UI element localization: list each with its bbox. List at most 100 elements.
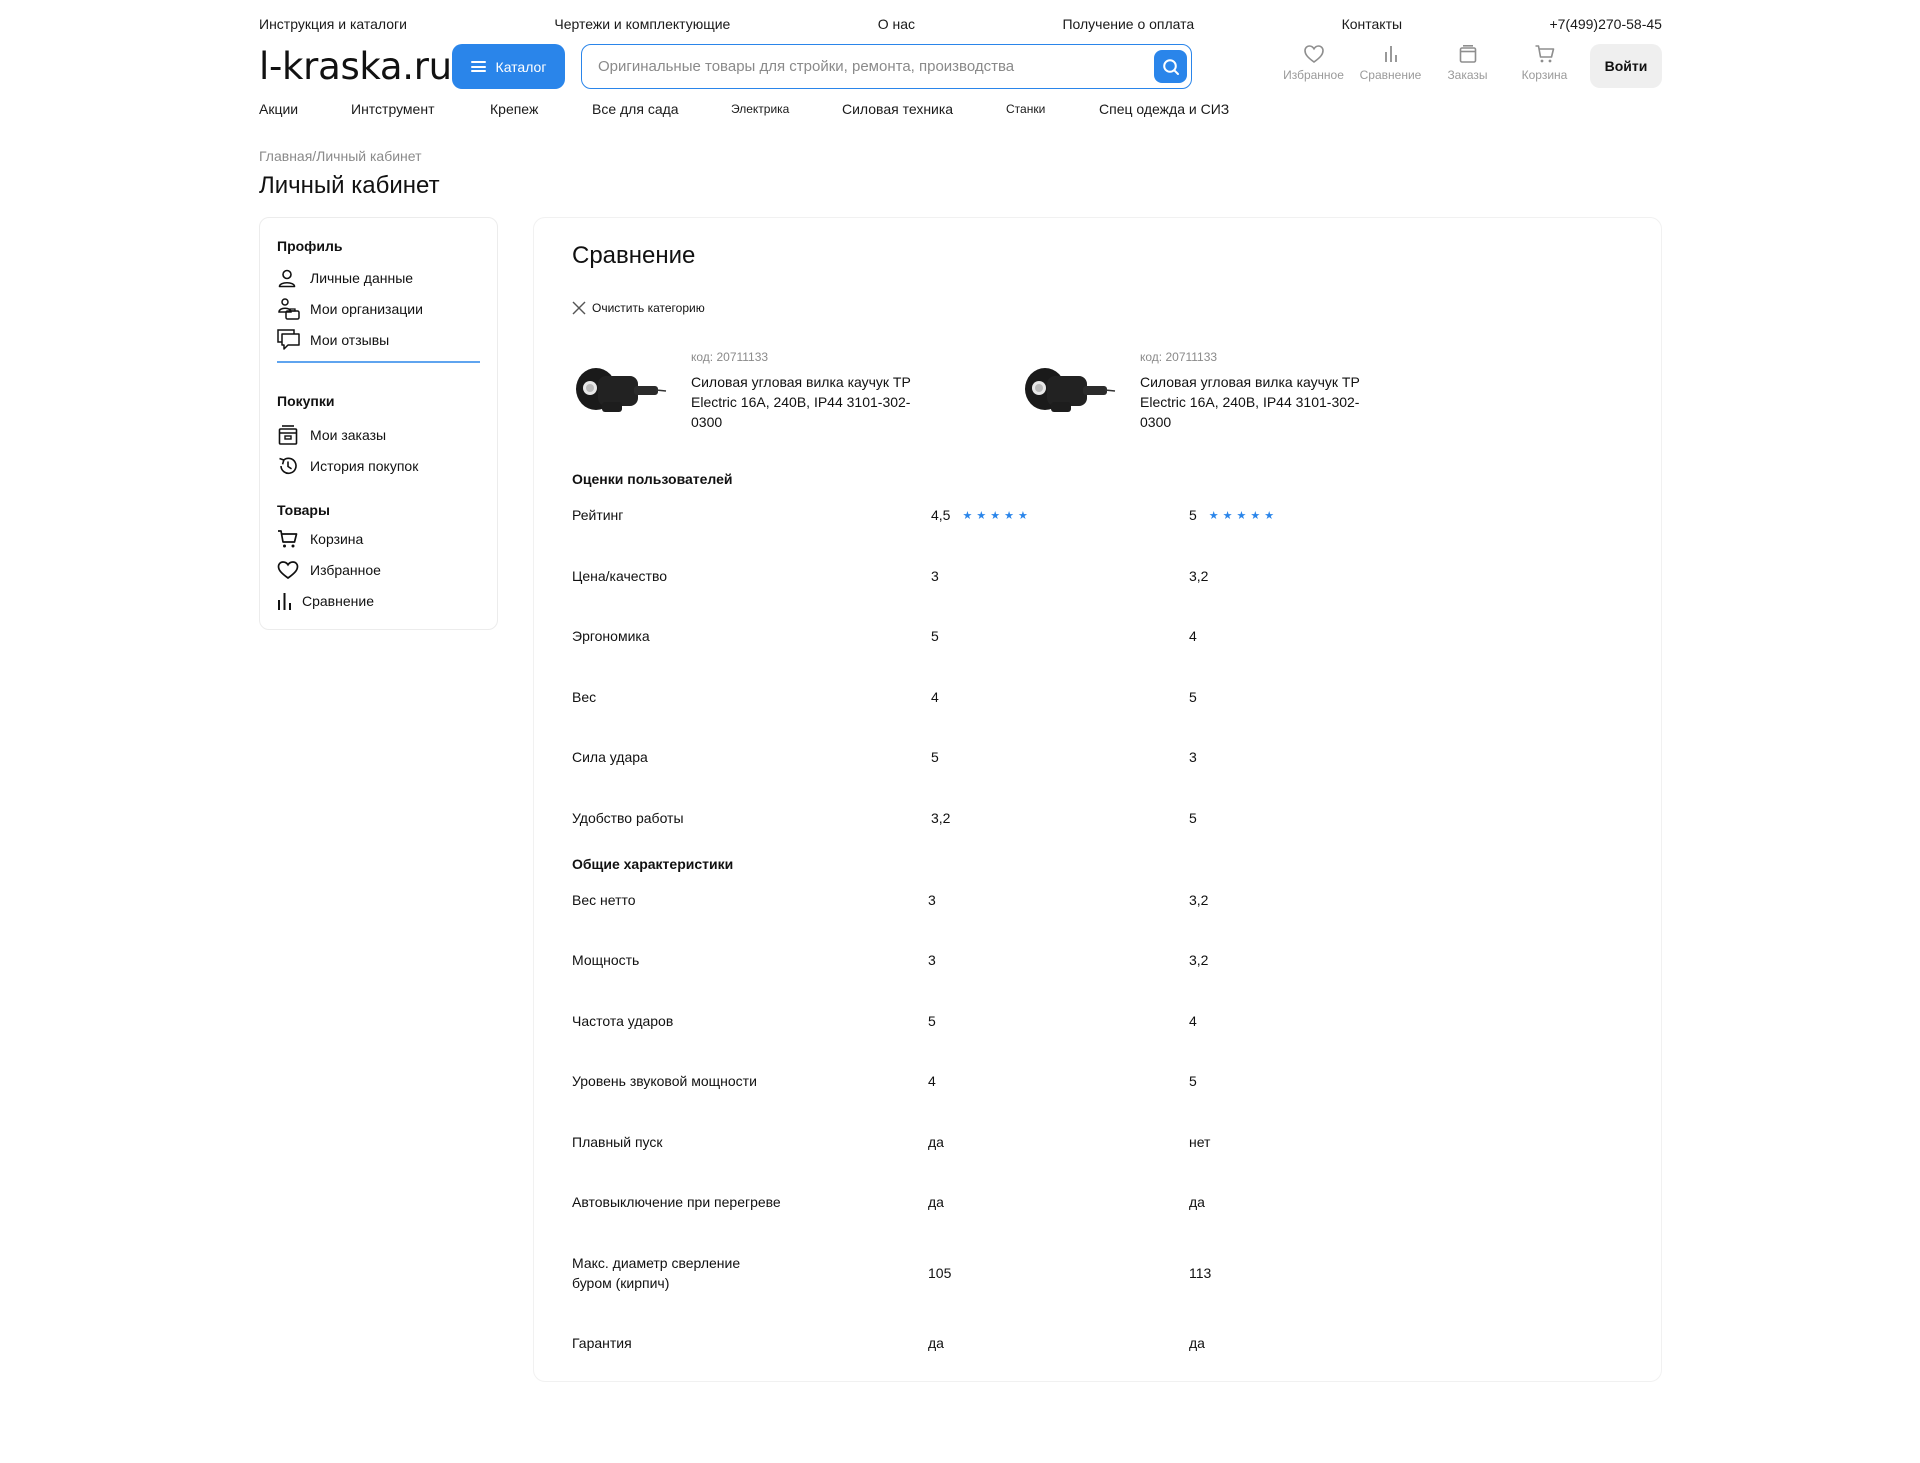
- close-icon: [572, 301, 586, 315]
- row-value: да: [1189, 1194, 1205, 1210]
- star-icon: ★: [962, 509, 973, 522]
- clear-category-button[interactable]: Очистить категорию: [572, 301, 705, 315]
- topbar-link-contacts[interactable]: Контакты: [1342, 16, 1402, 32]
- row-value: 3: [928, 952, 936, 968]
- sidebar-item-label: Мои отзывы: [310, 331, 390, 348]
- row-label: Уровень звуковой мощности: [572, 1073, 757, 1089]
- sidebar-item-purchase-history[interactable]: История покупок: [277, 450, 480, 481]
- nav-item-workwear[interactable]: Спец одежда и СИЗ: [1099, 101, 1229, 117]
- breadcrumb[interactable]: Главная/Личный кабинет: [259, 148, 1662, 164]
- page-title: Личный кабинет: [259, 172, 440, 199]
- cart-link[interactable]: Корзина: [1506, 44, 1583, 82]
- clear-category-label: Очистить категорию: [592, 301, 705, 315]
- sidebar-item-compare[interactable]: Сравнение: [277, 585, 480, 616]
- organizations-icon: [278, 297, 300, 320]
- row-value: 5: [1189, 1073, 1197, 1089]
- sidebar-item-label: Мои заказы: [310, 426, 387, 443]
- nav-item-machines[interactable]: Станки: [1006, 102, 1045, 116]
- topbar-phone[interactable]: +7(499)270-58-45: [1549, 16, 1661, 32]
- sidebar-item-reviews[interactable]: Мои отзывы: [277, 324, 480, 355]
- sidebar-item-my-orders[interactable]: Мои заказы: [277, 419, 480, 450]
- header-actions: Избранное Сравнение Заказы Корзина: [1275, 44, 1583, 82]
- star-icon: ★: [1236, 509, 1247, 522]
- search-input[interactable]: [598, 58, 1138, 75]
- star-icon: ★: [1264, 509, 1275, 522]
- search-button[interactable]: [1154, 50, 1187, 83]
- row-value: 4: [931, 689, 939, 705]
- compare-icon: [278, 592, 291, 610]
- orders-link[interactable]: Заказы: [1429, 44, 1506, 82]
- history-icon: [279, 457, 297, 474]
- row-value: 3: [928, 892, 936, 908]
- cart-label: Корзина: [1521, 68, 1568, 82]
- top-utility-bar: Инструкция и каталоги Чертежи и комплект…: [259, 14, 1662, 34]
- star-icon: ★: [990, 509, 1001, 522]
- sidebar-item-label: Корзина: [310, 530, 364, 547]
- row-value: 3: [1189, 749, 1197, 765]
- compare-product[interactable]: код: 20711133 Силовая угловая вилка кауч…: [1021, 350, 1441, 460]
- row-value: 5: [931, 628, 939, 644]
- row-label: Вес нетто: [572, 892, 636, 908]
- reviews-icon: [277, 328, 300, 350]
- row-label: Макс. диаметр сверление буром (кирпич): [572, 1255, 741, 1291]
- row-label: Частота ударов: [572, 1013, 674, 1029]
- product-name[interactable]: Силовая угловая вилка каучук TP Electric…: [691, 372, 941, 432]
- star-icon: ★: [1250, 509, 1261, 522]
- row-value: 4,5 ★ ★ ★ ★ ★: [931, 507, 1028, 523]
- row-value: нет: [1189, 1134, 1211, 1150]
- row-label: Рейтинг: [572, 507, 624, 523]
- row-value: да: [928, 1335, 944, 1351]
- row-value: 3,2: [1189, 568, 1209, 584]
- nav-item-power-equipment[interactable]: Силовая техника: [842, 101, 953, 117]
- category-nav: Акции Интструмент Крепеж Все для сада Эл…: [259, 101, 1662, 121]
- sidebar-item-cart[interactable]: Корзина: [277, 523, 480, 554]
- sidebar-item-personal-data[interactable]: Личные данные: [277, 262, 480, 293]
- star-icon: ★: [1208, 509, 1219, 522]
- sidebar-item-organizations[interactable]: Мои организации: [277, 293, 480, 324]
- sidebar-item-label: Сравнение: [302, 592, 374, 609]
- topbar-link-drawings[interactable]: Чертежи и комплектующие: [554, 16, 730, 32]
- nav-item-sales[interactable]: Акции: [259, 101, 298, 117]
- topbar-link-delivery-payment[interactable]: Получение о оплата: [1062, 16, 1194, 32]
- compare-icon: [1384, 46, 1397, 62]
- rating-stars: ★ ★ ★ ★ ★: [1208, 509, 1275, 522]
- row-value: да: [928, 1194, 944, 1210]
- favorites-label: Избранное: [1283, 68, 1344, 82]
- row-label: Цена/качество: [572, 568, 668, 584]
- nav-item-garden[interactable]: Все для сада: [592, 101, 679, 117]
- sidebar-group-products: Товары: [277, 502, 330, 518]
- user-icon: [278, 269, 296, 287]
- sidebar-item-favorites[interactable]: Избранное: [277, 554, 480, 585]
- row-value: 4: [1189, 628, 1197, 644]
- product-name[interactable]: Силовая угловая вилка каучук TP Electric…: [1140, 372, 1390, 432]
- row-value: 3,2: [1189, 892, 1209, 908]
- sidebar-item-label: История покупок: [310, 457, 419, 474]
- compare-link[interactable]: Сравнение: [1352, 44, 1429, 82]
- row-label: Плавный пуск: [572, 1134, 663, 1150]
- search-icon: [1162, 58, 1179, 75]
- site-header: l-kraska.ru Каталог Избранное Сравнение …: [259, 44, 1662, 90]
- nav-item-tools[interactable]: Интструмент: [351, 101, 435, 117]
- catalog-button[interactable]: Каталог: [452, 44, 565, 89]
- cart-icon: [278, 529, 298, 547]
- nav-item-electrics[interactable]: Элeктрика: [731, 102, 789, 116]
- topbar-link-about[interactable]: О нас: [878, 16, 915, 32]
- row-value: да: [928, 1134, 944, 1150]
- star-icon: ★: [1004, 509, 1014, 522]
- row-value: 105: [928, 1265, 952, 1281]
- login-button[interactable]: Войти: [1590, 44, 1662, 88]
- heart-icon: [1303, 45, 1324, 63]
- site-logo[interactable]: l-kraska.ru: [259, 44, 452, 90]
- sidebar-item-label: Мои организации: [310, 300, 423, 317]
- favorites-link[interactable]: Избранное: [1275, 44, 1352, 82]
- topbar-link-instructions[interactable]: Инструкция и каталоги: [259, 16, 407, 32]
- row-label: Эргономика: [572, 628, 650, 644]
- compare-product[interactable]: код: 20711133 Силовая угловая вилка кауч…: [572, 350, 992, 460]
- row-value: 5 ★ ★ ★ ★ ★: [1189, 507, 1275, 523]
- row-label: Гарантия: [572, 1335, 632, 1351]
- catalog-button-label: Каталог: [495, 58, 547, 75]
- sidebar-item-label: Избранное: [310, 561, 381, 578]
- compare-label: Сравнение: [1359, 68, 1422, 82]
- rating-stars: ★ ★ ★ ★ ★: [962, 509, 1027, 522]
- nav-item-fasteners[interactable]: Крепеж: [490, 101, 538, 117]
